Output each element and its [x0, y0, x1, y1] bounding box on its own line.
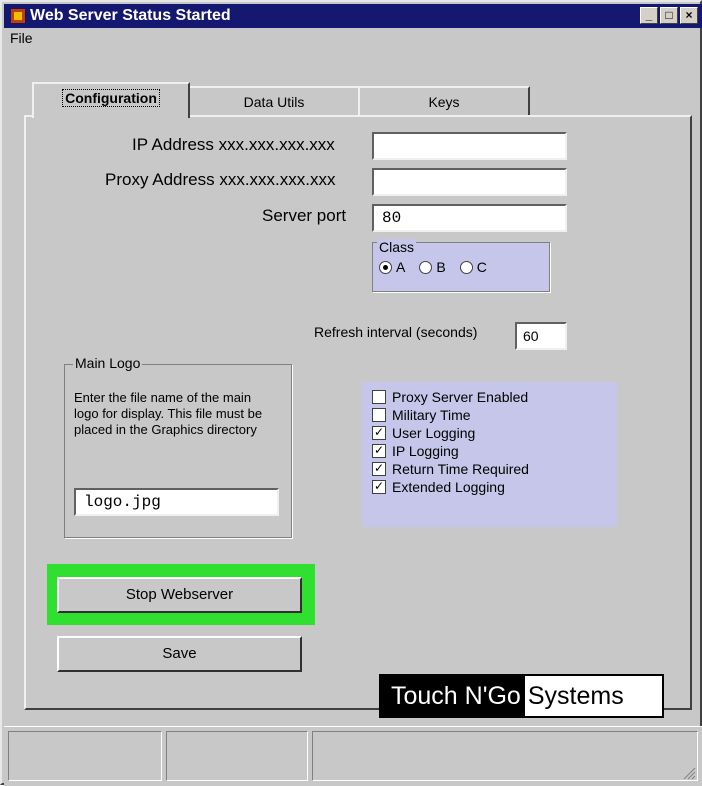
checkmark-icon: ✓ [372, 425, 386, 440]
class-group: Class A B C [372, 239, 550, 292]
extended-logging-label: Extended Logging [392, 479, 505, 495]
maximize-button[interactable]: □ [660, 7, 678, 24]
class-legend: Class [377, 239, 417, 255]
brand-logo: Touch N'Go Systems [379, 674, 664, 718]
refresh-interval-label: Refresh interval (seconds) [314, 324, 478, 340]
status-panel-1 [8, 731, 162, 781]
stop-webserver-button[interactable]: Stop Webserver [57, 577, 302, 613]
tab-data-utils[interactable]: Data Utils [188, 86, 360, 118]
title-bar[interactable]: Web Server Status Started _ □ × [4, 4, 702, 28]
checkbox-box [372, 390, 386, 404]
class-radio-row: A B C [379, 259, 487, 275]
proxy-address-label: Proxy Address xxx.xxx.xxx.xxx [105, 170, 336, 189]
tab-keys-label: Keys [428, 94, 460, 110]
extended-logging-checkbox[interactable]: ✓ Extended Logging [372, 479, 505, 495]
tab-configuration-label: Configuration [62, 89, 160, 107]
class-b-radio[interactable]: B [419, 259, 446, 275]
app-icon [11, 9, 25, 23]
minimize-button[interactable]: _ [640, 7, 658, 24]
logo-filename-input[interactable]: logo.jpg [74, 488, 279, 516]
military-time-label: Military Time [392, 407, 471, 423]
return-time-required-checkbox[interactable]: ✓ Return Time Required [372, 461, 529, 477]
tab-keys[interactable]: Keys [358, 86, 530, 118]
menu-bar: File [4, 28, 702, 48]
class-c-label: C [476, 259, 487, 275]
ip-address-input[interactable] [372, 132, 567, 160]
status-bar [4, 726, 702, 786]
server-port-label: Server port [262, 206, 347, 225]
brand-logo-part2: Systems [527, 682, 624, 710]
menu-file[interactable]: File [4, 30, 33, 46]
proxy-server-enabled-label: Proxy Server Enabled [392, 389, 529, 405]
options-panel: Proxy Server Enabled Military Time ✓ User… [362, 382, 617, 527]
class-b-label: B [436, 259, 446, 275]
class-a-label: A [396, 259, 406, 275]
ip-logging-label: IP Logging [392, 443, 459, 459]
status-panel-3 [312, 731, 698, 781]
ip-address-label: IP Address xxx.xxx.xxx.xxx [132, 135, 335, 154]
brand-logo-part1: Touch N'Go [381, 676, 525, 716]
tab-configuration[interactable]: Configuration [32, 82, 190, 118]
checkbox-box [372, 408, 386, 422]
checkmark-icon: ✓ [372, 479, 386, 494]
checkmark-icon: ✓ [372, 443, 386, 458]
military-time-checkbox[interactable]: Military Time [372, 407, 471, 423]
tab-data-utils-label: Data Utils [243, 94, 305, 110]
status-panel-2 [166, 731, 308, 781]
return-time-required-label: Return Time Required [392, 461, 529, 477]
main-logo-legend: Main Logo [73, 355, 143, 371]
user-logging-checkbox[interactable]: ✓ User Logging [372, 425, 475, 441]
server-port-input[interactable]: 80 [372, 204, 567, 232]
main-logo-description: Enter the file name of the main logo for… [74, 390, 263, 437]
close-button[interactable]: × [680, 7, 698, 24]
proxy-server-enabled-checkbox[interactable]: Proxy Server Enabled [372, 389, 528, 405]
checkmark-icon: ✓ [372, 461, 386, 476]
user-logging-label: User Logging [392, 425, 476, 441]
proxy-address-input[interactable] [372, 168, 567, 196]
class-a-radio[interactable]: A [379, 259, 405, 275]
main-window: Web Server Status Started _ □ × File Con… [0, 0, 702, 786]
ip-logging-checkbox[interactable]: ✓ IP Logging [372, 443, 459, 459]
refresh-interval-input[interactable]: 60 [515, 322, 567, 350]
save-button[interactable]: Save [57, 636, 302, 672]
class-c-radio[interactable]: C [459, 259, 487, 275]
window-title: Web Server Status Started [30, 7, 231, 24]
resize-grip-icon[interactable] [682, 766, 696, 780]
